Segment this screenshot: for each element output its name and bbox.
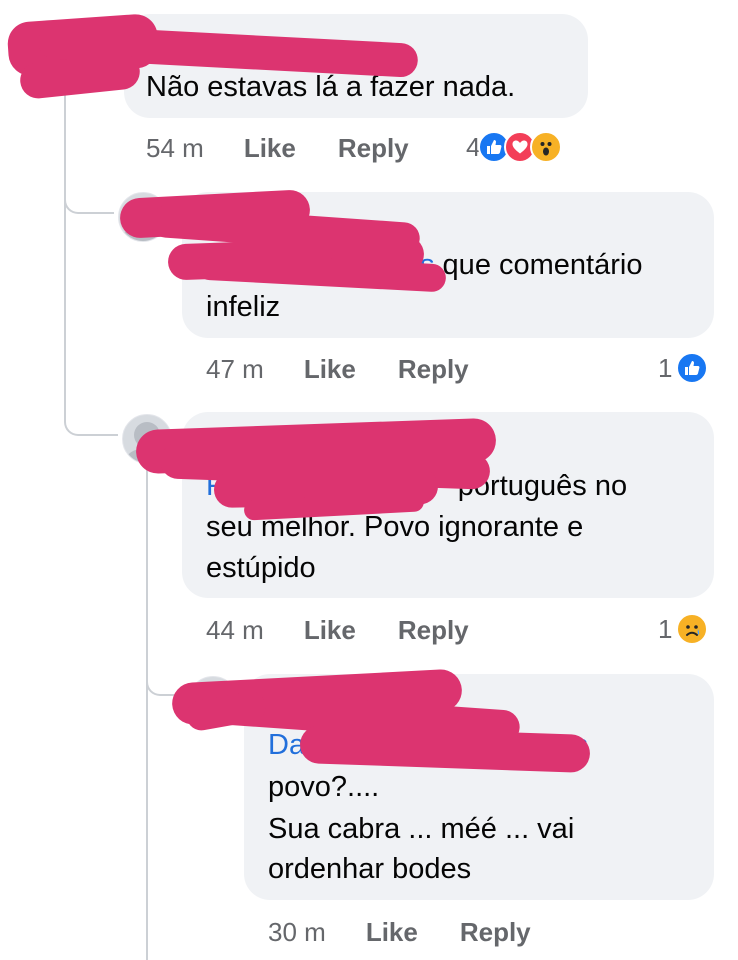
comment-text-line-3: ordenhar bodes — [268, 853, 472, 885]
comment-text-line-1: povo?.... — [268, 771, 380, 803]
reaction-count: 1 — [658, 352, 673, 383]
comment-actions: 44 m Like Reply — [206, 615, 469, 646]
thread-connector-reply-2 — [64, 398, 118, 436]
comment-timestamp[interactable]: 54 m — [146, 133, 204, 164]
like-button[interactable]: Like — [366, 917, 418, 948]
comment-actions: 47 m Like Reply — [206, 354, 469, 385]
like-button[interactable]: Like — [304, 354, 356, 385]
comment-timestamp[interactable]: 47 m — [206, 354, 264, 385]
comment-actions: 30 m Like Reply — [268, 917, 531, 948]
wow-icon — [530, 131, 563, 163]
reply-button[interactable]: Reply — [398, 354, 469, 385]
reaction-summary[interactable]: 1 — [658, 352, 709, 384]
reply-button[interactable]: Reply — [460, 917, 531, 948]
thread-line-nested — [146, 458, 148, 960]
comment-timestamp[interactable]: 30 m — [268, 917, 326, 948]
thread-connector-reply-1 — [64, 180, 114, 214]
like-button[interactable]: Like — [244, 133, 296, 164]
reaction-count: 1 — [658, 613, 673, 644]
comment-text-line-2: infeliz — [206, 291, 281, 323]
reaction-summary[interactable]: 1 — [658, 613, 709, 645]
comment-timestamp[interactable]: 44 m — [206, 615, 264, 646]
comment-text-part: que comentário — [434, 249, 643, 281]
like-button[interactable]: Like — [304, 615, 356, 646]
reply-button[interactable]: Reply — [398, 615, 469, 646]
comment-text-line-2: Sua cabra ... méé ... vai — [268, 813, 575, 845]
like-icon — [676, 352, 709, 384]
thread-line-main — [64, 92, 66, 422]
comment-actions: 54 m Like Reply — [146, 133, 409, 164]
reply-button[interactable]: Reply — [338, 133, 409, 164]
reaction-summary[interactable]: 4 — [466, 131, 563, 163]
comment-text-line-3: estúpido — [206, 552, 316, 584]
sad-icon — [676, 613, 709, 645]
